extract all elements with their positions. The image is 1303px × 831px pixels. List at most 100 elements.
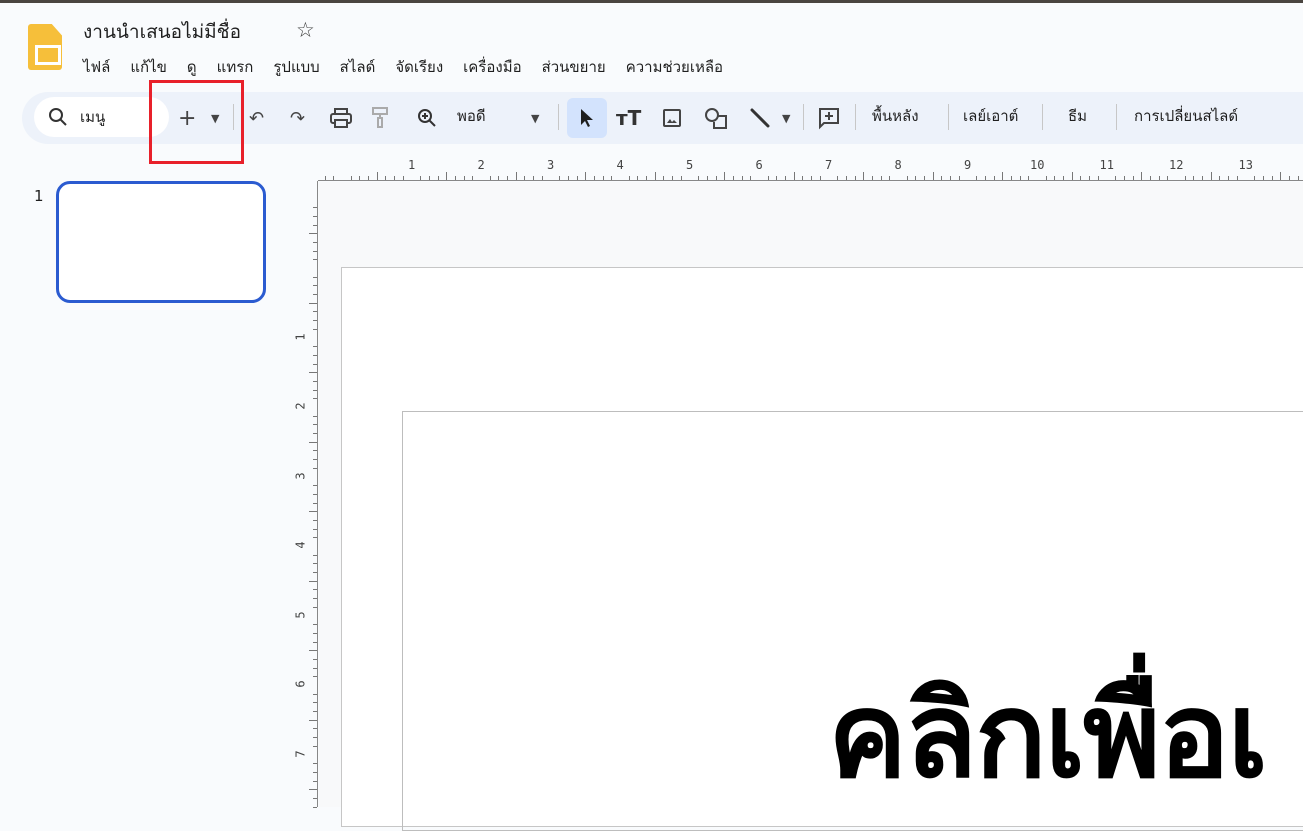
ruler-number: 5: [293, 610, 308, 619]
ruler-tick: [559, 176, 561, 180]
zoom-value[interactable]: พอดี: [457, 104, 486, 128]
ruler-tick: [313, 606, 317, 608]
line-dropdown-icon[interactable]: ▼: [782, 102, 790, 134]
ruler-number: 1: [293, 332, 308, 341]
ruler-number: 7: [293, 749, 308, 758]
vertical-ruler[interactable]: 1 2 3 4 5 6 7: [293, 181, 318, 808]
ruler-tick: [324, 176, 326, 180]
menu-edit[interactable]: แก้ไข: [130, 55, 177, 79]
ruler-tick: [309, 580, 317, 582]
ruler-tick: [680, 176, 682, 180]
divider: [855, 104, 856, 130]
transition-button[interactable]: การเปลี่ยนสไลด์: [1134, 104, 1238, 128]
ruler-tick: [698, 176, 700, 180]
horizontal-ruler[interactable]: 1 2 3 4 5 6 7 8 9 10 11 12 13: [318, 156, 1303, 181]
zoom-dropdown-icon[interactable]: ▼: [531, 102, 539, 134]
ruler-tick: [845, 176, 847, 180]
redo-icon[interactable]: ↷: [290, 102, 305, 134]
ruler-number: 11: [1099, 158, 1114, 172]
ruler-tick: [313, 311, 317, 313]
menu-view[interactable]: ดู: [187, 55, 207, 79]
ruler-tick: [313, 658, 317, 660]
ruler-tick: [1193, 176, 1195, 180]
menu-insert[interactable]: แทรก: [217, 55, 264, 79]
ruler-tick: [941, 176, 943, 180]
ruler-tick: [654, 172, 656, 180]
menu-extensions[interactable]: ส่วนขยาย: [542, 55, 616, 79]
ruler-tick: [498, 176, 500, 180]
ruler-tick: [368, 176, 370, 180]
image-icon[interactable]: [662, 102, 682, 134]
ruler-tick: [446, 172, 448, 180]
add-comment-icon[interactable]: [817, 102, 841, 134]
ruler-tick: [313, 328, 317, 330]
ruler-number: 6: [293, 680, 308, 688]
ruler-tick: [1097, 176, 1099, 180]
ruler-tick: [785, 176, 787, 180]
ruler-number: 2: [293, 402, 308, 410]
ruler-tick: [1228, 176, 1230, 180]
ruler-tick: [313, 363, 317, 365]
ruler-tick: [611, 176, 613, 180]
ruler-tick: [767, 176, 769, 180]
slides-logo-icon[interactable]: [28, 24, 62, 70]
ruler-tick: [1123, 176, 1125, 180]
menu-file[interactable]: ไฟล์: [83, 55, 120, 79]
ruler-tick: [1028, 176, 1030, 180]
ruler-tick: [567, 176, 569, 180]
ruler-tick: [1115, 176, 1117, 180]
theme-button[interactable]: ธีม: [1068, 104, 1087, 128]
text-box-icon[interactable]: ᴛT: [616, 102, 641, 134]
menu-tools[interactable]: เครื่องมือ: [463, 55, 531, 79]
ruler-tick: [313, 215, 317, 217]
highlight-box: [149, 80, 244, 164]
ruler-tick: [454, 176, 456, 180]
ruler-tick: [1158, 176, 1160, 180]
menu-arrange[interactable]: จัดเรียง: [395, 55, 453, 79]
print-icon[interactable]: [330, 102, 352, 134]
ruler-tick: [1002, 172, 1004, 180]
line-icon[interactable]: [749, 102, 771, 134]
divider: [948, 104, 949, 130]
menu-slide[interactable]: สไลด์: [340, 55, 386, 79]
ruler-tick: [376, 172, 378, 180]
ruler-tick: [793, 172, 795, 180]
shape-icon[interactable]: [704, 102, 728, 134]
ruler-tick: [1054, 176, 1056, 180]
document-title[interactable]: งานนำเสนอไม่มีชื่อ: [83, 17, 241, 47]
ruler-tick: [906, 176, 908, 180]
star-icon[interactable]: ☆: [296, 18, 315, 42]
ruler-tick: [313, 563, 317, 565]
ruler-tick: [313, 259, 317, 261]
ruler-tick: [1288, 176, 1290, 180]
ruler-tick: [313, 389, 317, 391]
paint-format-icon[interactable]: [372, 102, 390, 134]
ruler-number: 8: [894, 158, 902, 172]
undo-icon[interactable]: ↶: [249, 102, 264, 134]
title-placeholder-text[interactable]: คลิกเพื่อเ: [828, 640, 1268, 828]
menu-format[interactable]: รูปแบบ: [273, 55, 329, 79]
slide-thumbnail[interactable]: [56, 181, 266, 303]
ruler-tick: [350, 176, 352, 180]
ruler-number: 2: [477, 158, 485, 172]
ruler-tick: [313, 285, 317, 287]
ruler-tick: [313, 745, 317, 747]
ruler-tick: [1184, 176, 1186, 180]
ruler-tick: [984, 176, 986, 180]
ruler-tick: [750, 176, 752, 180]
ruler-tick: [1202, 176, 1204, 180]
background-button[interactable]: พื้นหลัง: [872, 104, 919, 128]
menu-help[interactable]: ความช่วยเหลือ: [626, 55, 733, 79]
ruler-number: 12: [1169, 158, 1184, 172]
zoom-icon[interactable]: [417, 102, 437, 134]
ruler-tick: [309, 372, 317, 374]
ruler-tick: [741, 176, 743, 180]
layout-button[interactable]: เลย์เอาต์: [963, 104, 1018, 128]
select-tool-icon[interactable]: [567, 98, 607, 138]
ruler-tick: [541, 176, 543, 180]
ruler-tick: [1141, 172, 1143, 180]
ruler-tick: [313, 737, 317, 739]
ruler-tick: [976, 176, 978, 180]
ruler-tick: [313, 771, 317, 773]
ruler-tick: [313, 572, 317, 574]
